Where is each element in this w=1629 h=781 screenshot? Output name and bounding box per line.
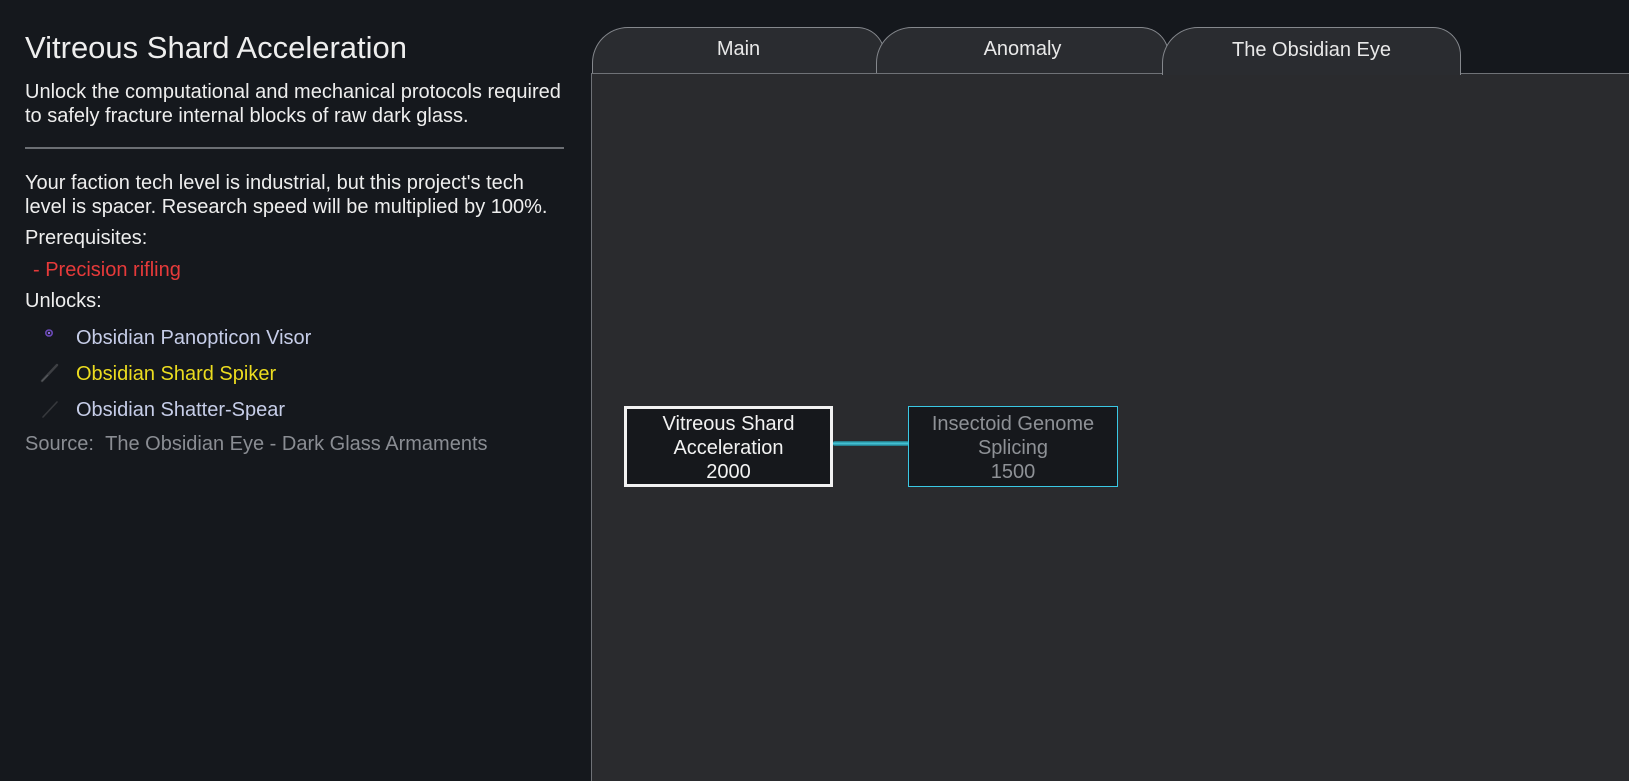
node-cost: 2000	[706, 461, 751, 483]
tab-label: The Obsidian Eye	[1232, 39, 1391, 61]
visor-icon	[39, 326, 67, 350]
node-name-line1: Vitreous Shard	[662, 413, 795, 435]
project-description: Unlock the computational and mechanical …	[25, 81, 561, 127]
project-info-panel: Vitreous Shard Acceleration Unlock the c…	[25, 28, 565, 456]
spear-icon	[39, 398, 67, 422]
node-cost: 1500	[990, 461, 1036, 483]
tab-anomaly[interactable]: Anomaly	[876, 27, 1169, 73]
project-title: Vitreous Shard Acceleration	[25, 30, 407, 65]
tab-main[interactable]: Main	[592, 27, 885, 73]
tree-node-vitreous-shard-acceleration[interactable]: Vitreous Shard Acceleration 2000	[624, 406, 833, 487]
prerequisites-label: Prerequisites:	[25, 227, 148, 249]
unlock-label: Obsidian Panopticon Visor	[76, 327, 312, 349]
unlock-item-shard-spiker[interactable]: Obsidian Shard Spiker	[25, 356, 565, 392]
tab-label: Anomaly	[983, 38, 1062, 60]
tree-connector-line	[833, 441, 909, 446]
unlock-item-shatter-spear[interactable]: Obsidian Shatter-Spear	[25, 392, 565, 428]
tech-level-note: Your faction tech level is industrial, b…	[25, 172, 548, 218]
unlock-label: Obsidian Shatter-Spear	[76, 399, 286, 421]
node-name-line2: Splicing	[977, 437, 1049, 459]
tree-node-insectoid-genome-splicing[interactable]: Insectoid Genome Splicing 1500	[908, 406, 1118, 487]
node-name-line2: Acceleration	[673, 437, 784, 459]
divider	[25, 147, 564, 149]
research-tabs: Main Anomaly The Obsidian Eye	[592, 27, 1629, 75]
source-value: The Obsidian Eye - Dark Glass Armaments	[105, 433, 488, 455]
node-name-line1: Insectoid Genome	[931, 413, 1095, 435]
source-line: Source: The Obsidian Eye - Dark Glass Ar…	[25, 432, 565, 456]
prerequisite-item: - Precision rifling	[33, 259, 181, 281]
unlock-item-panopticon-visor[interactable]: Obsidian Panopticon Visor	[25, 320, 565, 356]
tab-the-obsidian-eye[interactable]: The Obsidian Eye	[1162, 27, 1461, 75]
spike-weapon-icon	[39, 362, 67, 386]
unlocks-label: Unlocks:	[25, 290, 102, 312]
research-screen: Vitreous Shard Acceleration Unlock the c…	[0, 0, 1629, 781]
unlocks-list: Obsidian Panopticon Visor Obsidian Shard…	[25, 320, 565, 428]
tab-label: Main	[716, 38, 761, 60]
source-label: Source:	[25, 433, 94, 455]
research-tree-canvas[interactable]: Vitreous Shard Acceleration 2000 Insecto…	[591, 73, 1629, 781]
unlock-label: Obsidian Shard Spiker	[76, 363, 277, 385]
